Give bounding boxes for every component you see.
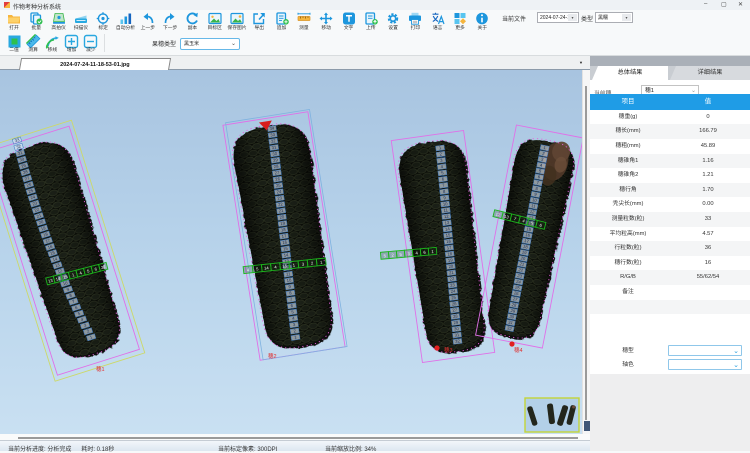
svg-text:穗3: 穗3 xyxy=(444,346,453,354)
svg-text:穗1: 穗1 xyxy=(96,365,105,373)
svg-text:穗2: 穗2 xyxy=(268,352,277,360)
svg-text:穗4: 穗4 xyxy=(514,346,523,354)
